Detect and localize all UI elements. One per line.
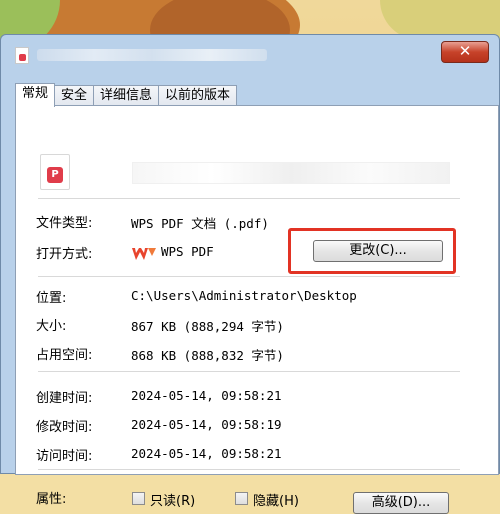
title-bar: ✕ — [1, 35, 499, 73]
size-on-disk-value: 868 KB (888,832 字节) — [131, 348, 284, 363]
size-value: 867 KB (888,294 字节) — [131, 319, 284, 334]
separator — [38, 469, 460, 470]
close-button[interactable]: ✕ — [441, 41, 489, 63]
separator — [38, 198, 460, 199]
modified-label: 修改时间: — [36, 420, 93, 435]
tab-details[interactable]: 详细信息 — [93, 85, 160, 106]
open-with-label: 打开方式: — [36, 247, 93, 262]
file-type-label: 文件类型: — [36, 216, 93, 231]
size-label: 大小: — [36, 319, 67, 334]
tab-strip: 常规 安全 详细信息 以前的版本 — [15, 83, 238, 107]
wps-logo-icon — [132, 248, 156, 260]
created-label: 创建时间: — [36, 391, 93, 406]
advanced-button[interactable]: 高级(D)... — [353, 492, 449, 514]
change-button[interactable]: 更改(C)... — [313, 240, 443, 262]
tab-security[interactable]: 安全 — [54, 85, 95, 106]
pdf-document-icon: P — [40, 154, 70, 190]
location-label: 位置: — [36, 291, 67, 306]
accessed-value: 2024-05-14, 09:58:21 — [131, 446, 282, 461]
readonly-checkbox[interactable] — [132, 492, 145, 505]
readonly-label[interactable]: 只读(R) — [150, 490, 195, 509]
open-with-value: WPS PDF — [161, 244, 214, 259]
accessed-label: 访问时间: — [36, 449, 93, 464]
attributes-label: 属性: — [36, 492, 67, 507]
tab-previous-versions[interactable]: 以前的版本 — [158, 85, 238, 106]
file-type-value: WPS PDF 文档 (.pdf) — [131, 216, 269, 231]
general-panel: P 文件类型: WPS PDF 文档 (.pdf) 打开方式: WPS PDF … — [15, 105, 499, 514]
file-name-field[interactable] — [132, 162, 450, 184]
blurred-window-title — [37, 49, 267, 61]
size-on-disk-label: 占用空间: — [36, 348, 93, 363]
tab-general[interactable]: 常规 — [15, 83, 56, 107]
pdf-file-icon — [15, 47, 29, 64]
properties-dialog: ✕ 常规 安全 详细信息 以前的版本 P 文件类型: WPS PDF 文档 (.… — [0, 34, 500, 514]
modified-value: 2024-05-14, 09:58:19 — [131, 417, 282, 432]
created-value: 2024-05-14, 09:58:21 — [131, 388, 282, 403]
separator — [38, 276, 460, 277]
hidden-checkbox[interactable] — [235, 492, 248, 505]
hidden-label[interactable]: 隐藏(H) — [253, 490, 299, 509]
location-value: C:\Users\Administrator\Desktop — [131, 288, 357, 303]
separator — [38, 371, 460, 372]
